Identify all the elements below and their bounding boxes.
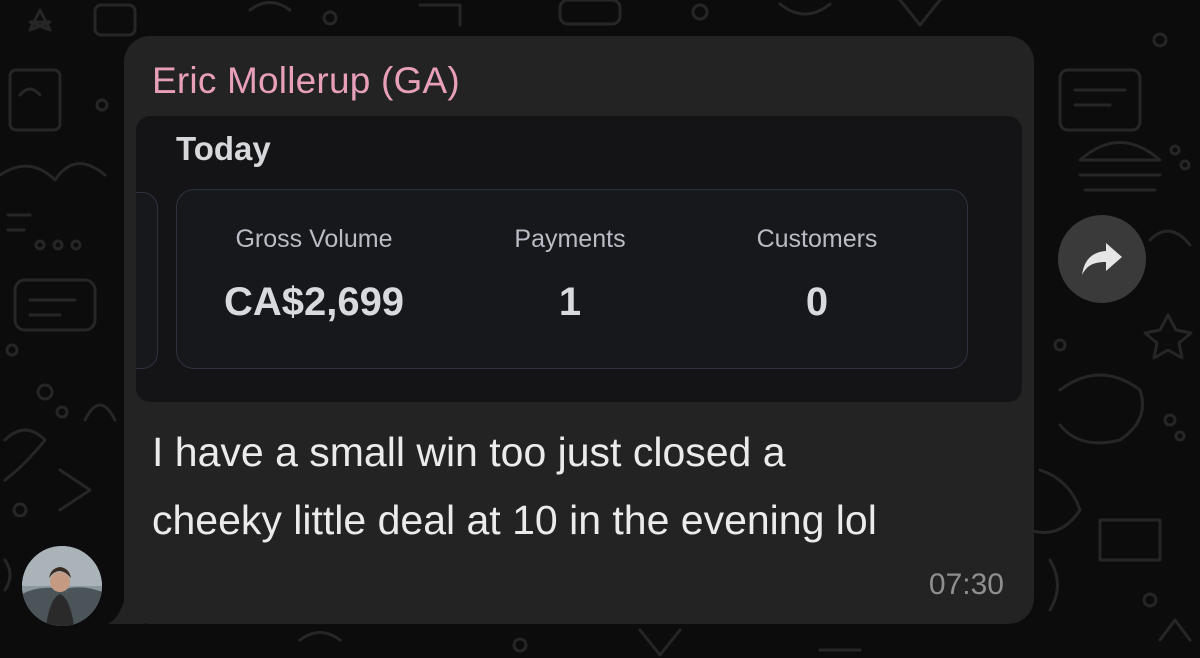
stat-label: Payments	[514, 225, 626, 253]
avatar[interactable]	[22, 546, 102, 626]
message-text: I have a small win too just closed a che…	[152, 418, 1012, 554]
message-timestamp: 07:30	[928, 568, 1004, 601]
stat-value: 1	[558, 280, 582, 324]
stat-value: CA$2,699	[223, 280, 405, 324]
message-bubble[interactable]: Eric Mollerup (GA) Today Gross Volume CA…	[124, 36, 1034, 624]
forward-arrow-icon	[1082, 243, 1122, 275]
stat-label: Gross Volume	[235, 225, 393, 253]
stat-label: Customers	[756, 225, 878, 253]
forward-button[interactable]	[1058, 215, 1146, 303]
stats-panel: Gross Volume CA$2,699 Payments 1 Custome…	[176, 189, 968, 369]
message-line: I have a small win too just closed a	[152, 429, 786, 475]
previous-panel-edge	[136, 192, 158, 369]
user-avatar-photo	[22, 546, 102, 626]
sender-name[interactable]: Eric Mollerup (GA)	[152, 60, 460, 102]
stats-screenshot-card[interactable]: Today Gross Volume CA$2,699 Payments 1 C…	[136, 116, 1022, 402]
card-title: Today	[176, 130, 271, 167]
stat-value: 0	[805, 280, 829, 324]
message-line: cheeky little deal at 10 in the evening …	[152, 497, 877, 543]
